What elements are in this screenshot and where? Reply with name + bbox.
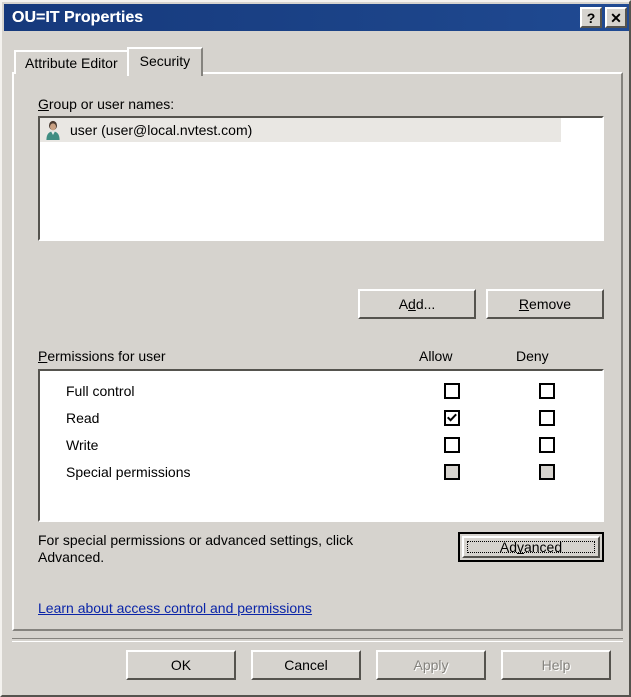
permissions-for-user-label: Permissions for user xyxy=(38,348,166,364)
help-icon[interactable]: ? xyxy=(580,7,602,28)
allow-checkbox-write[interactable] xyxy=(444,436,460,453)
allow-checkbox-full-control[interactable] xyxy=(444,382,460,399)
tab-security[interactable]: Security xyxy=(126,47,204,76)
allow-checkbox-read[interactable] xyxy=(444,409,460,426)
remove-button-label: Remove xyxy=(518,296,572,312)
advanced-button-inner: Advanced xyxy=(462,536,600,558)
advanced-note-line1: For special permissions or advanced sett… xyxy=(38,532,354,548)
list-item-label: user (user@local.nvtest.com) xyxy=(70,122,253,138)
permissions-label-accel: P xyxy=(38,348,48,364)
apply-button-label: Apply xyxy=(413,657,449,673)
permission-label: Write xyxy=(66,436,99,453)
tab-attribute-editor[interactable]: Attribute Editor xyxy=(14,50,129,74)
column-header-deny: Deny xyxy=(516,348,549,364)
advanced-button[interactable]: Advanced xyxy=(458,532,604,562)
ok-button[interactable]: OK xyxy=(126,650,236,680)
apply-button: Apply xyxy=(376,650,486,680)
permission-label: Read xyxy=(66,409,100,426)
advanced-button-label: Advanced xyxy=(499,539,563,555)
permission-row-special-permissions: Special permissions xyxy=(40,458,602,485)
allow-checkbox-special-permissions xyxy=(444,463,460,480)
tab-security-label: Security xyxy=(139,53,191,69)
ok-button-label: OK xyxy=(170,657,192,673)
permissions-label-rest: ermissions for user xyxy=(47,348,166,364)
footer-separator xyxy=(12,638,623,642)
window-title: OU=IT Properties xyxy=(12,8,144,26)
deny-checkbox-special-permissions xyxy=(539,463,555,480)
permission-label: Special permissions xyxy=(66,463,191,480)
user-icon xyxy=(44,120,62,140)
advanced-note-line2: Advanced. xyxy=(38,549,105,565)
checkmark-icon xyxy=(447,413,457,422)
advanced-button-focus-rect: Advanced xyxy=(467,539,595,555)
permissions-list: Full control Read Write Special permissi… xyxy=(38,369,604,522)
column-header-allow: Allow xyxy=(419,348,453,364)
security-tab-page: Group or user names: user (user@local.nv… xyxy=(12,72,623,631)
title-bar: OU=IT Properties ? ✕ xyxy=(4,4,629,31)
tab-attribute-editor-label: Attribute Editor xyxy=(25,55,118,71)
tab-strip: Attribute Editor Security xyxy=(14,46,204,76)
advanced-note: For special permissions or advanced sett… xyxy=(38,532,438,566)
help-button-label: Help xyxy=(541,657,571,673)
remove-button[interactable]: Remove xyxy=(486,289,604,319)
deny-checkbox-write[interactable] xyxy=(539,436,555,453)
title-bar-buttons: ? ✕ xyxy=(580,7,629,28)
deny-checkbox-full-control[interactable] xyxy=(539,382,555,399)
cancel-button[interactable]: Cancel xyxy=(251,650,361,680)
permission-row-write: Write xyxy=(40,431,602,458)
group-or-user-names-list[interactable]: user (user@local.nvtest.com) xyxy=(38,116,604,241)
close-icon[interactable]: ✕ xyxy=(605,7,627,28)
deny-checkbox-read[interactable] xyxy=(539,409,555,426)
group-label-rest: roup or user names: xyxy=(48,96,175,112)
cancel-button-label: Cancel xyxy=(284,657,328,673)
permission-label: Full control xyxy=(66,382,135,399)
learn-about-access-control-link[interactable]: Learn about access control and permissio… xyxy=(38,600,312,616)
help-button: Help xyxy=(501,650,611,680)
add-button-label: Add... xyxy=(398,296,436,312)
permission-row-full-control: Full control xyxy=(40,377,602,404)
permission-row-read: Read xyxy=(40,404,602,431)
group-label-accel: G xyxy=(38,96,49,112)
group-or-user-names-label: Group or user names: xyxy=(38,96,174,112)
properties-dialog: OU=IT Properties ? ✕ Attribute Editor Se… xyxy=(0,0,631,697)
add-button[interactable]: Add... xyxy=(358,289,476,319)
list-item[interactable]: user (user@local.nvtest.com) xyxy=(40,118,562,142)
